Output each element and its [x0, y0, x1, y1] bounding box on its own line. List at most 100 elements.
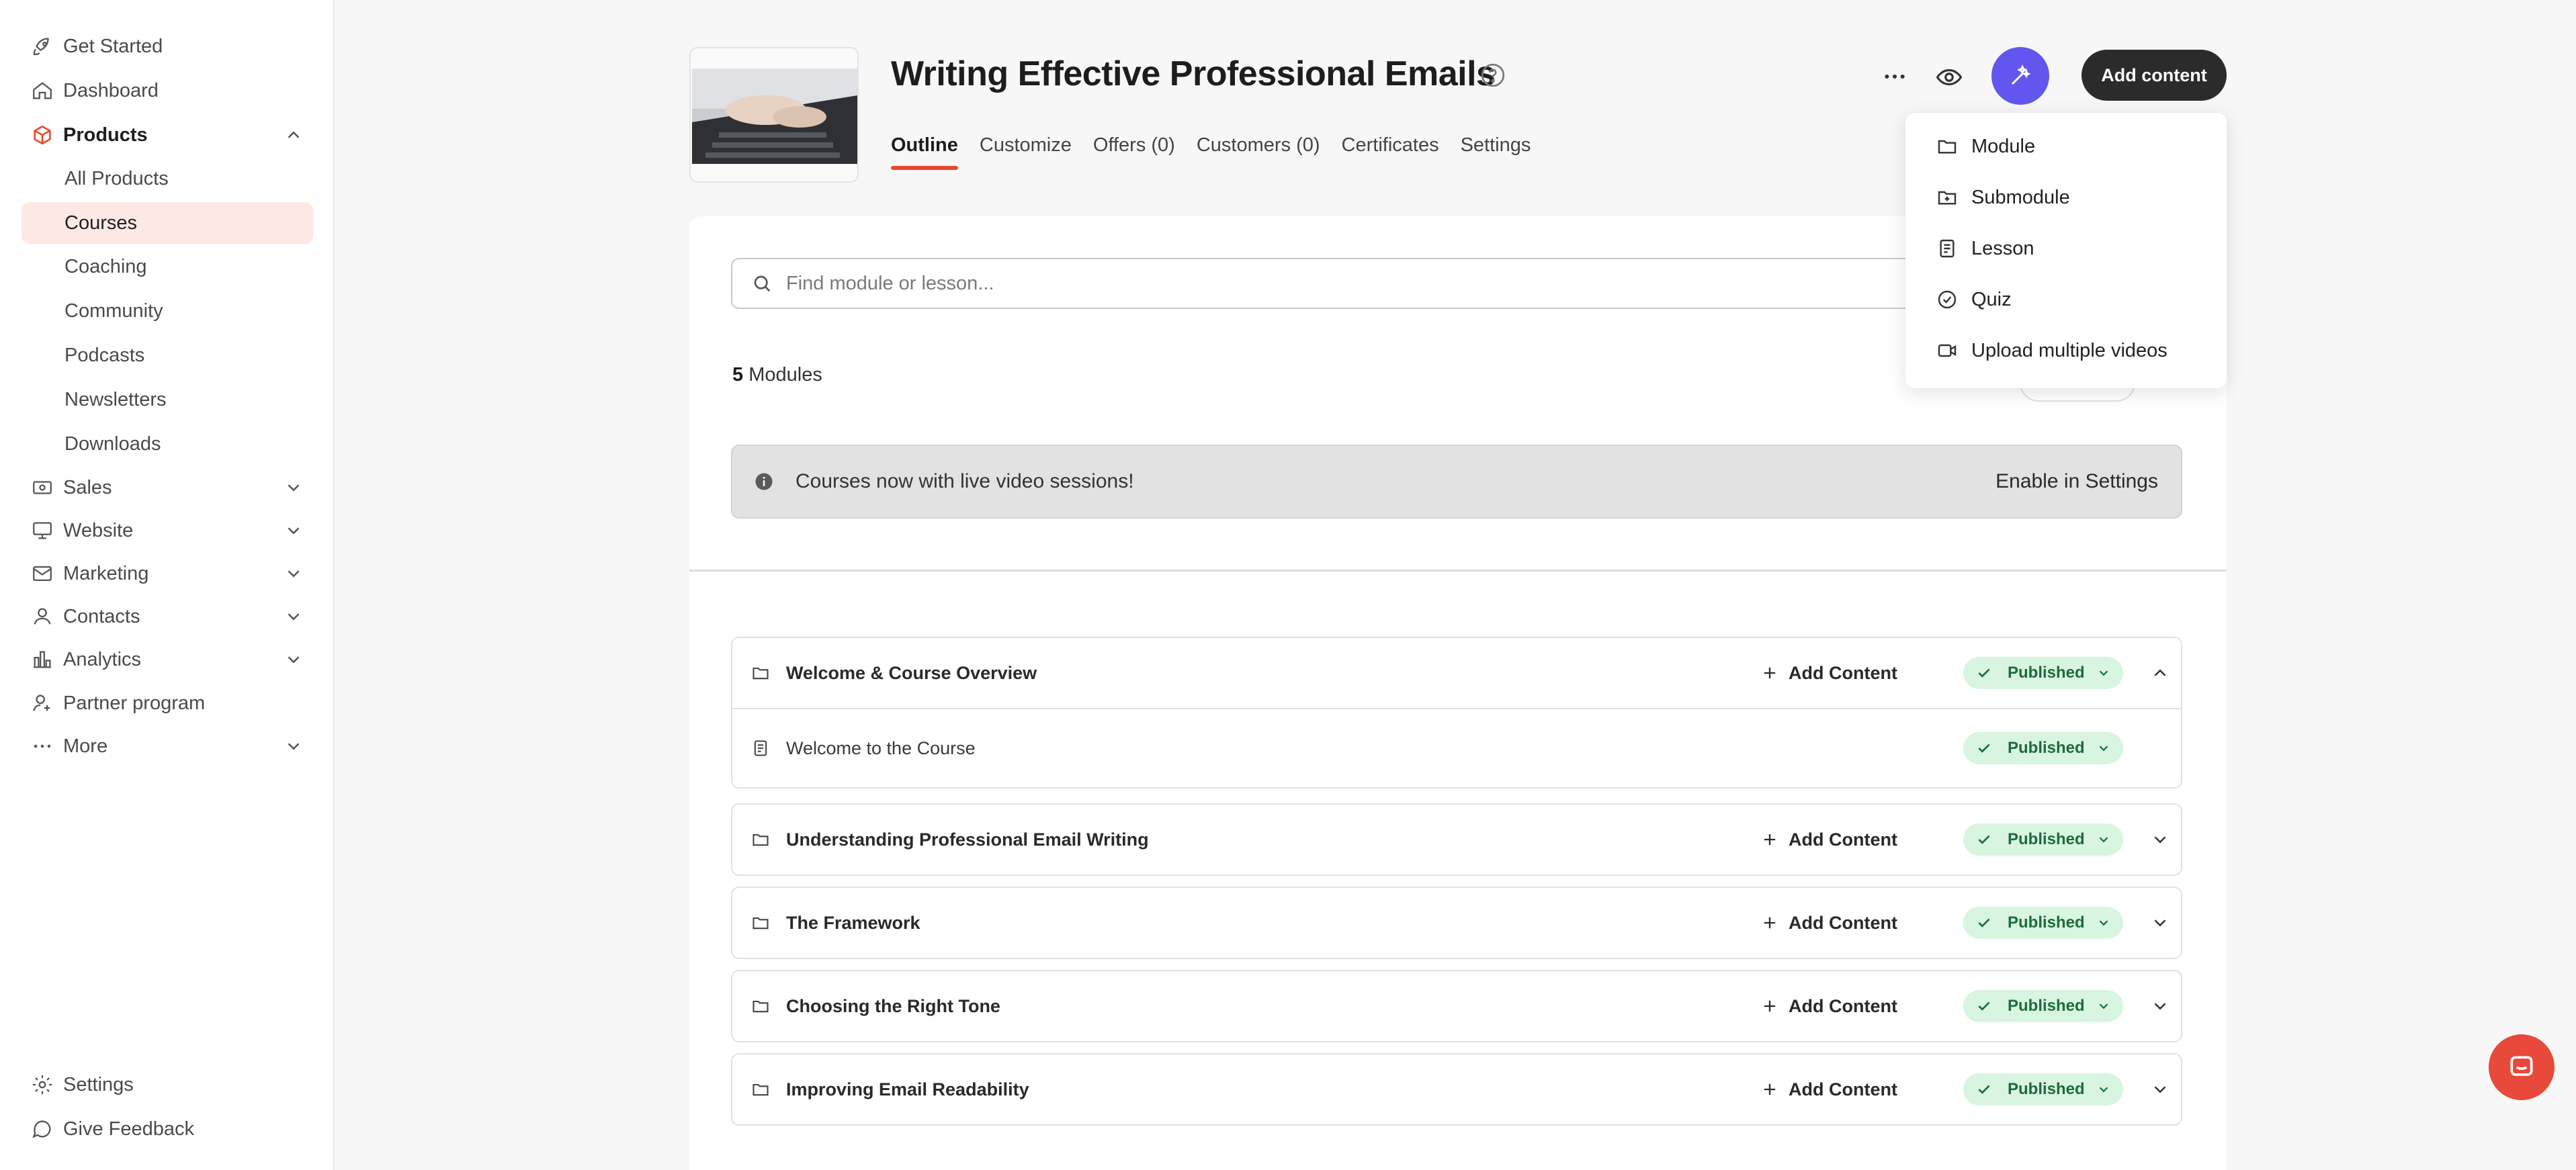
- chevron-down-icon: [2099, 746, 2108, 752]
- nav-downloads[interactable]: Downloads: [22, 423, 313, 465]
- nav-label: Settings: [63, 1073, 134, 1095]
- module-row[interactable]: Choosing the Right Tone Add Content Publ…: [732, 971, 2181, 1041]
- module-row[interactable]: The Framework Add Content Published: [732, 888, 2181, 958]
- page-title: Writing Effective Professional Emails: [891, 54, 1496, 93]
- nav-community[interactable]: Community: [22, 290, 313, 332]
- status-badge[interactable]: Published: [1963, 990, 2123, 1022]
- ai-magic-button[interactable]: [1991, 47, 2049, 105]
- add-content-link[interactable]: Add Content: [1760, 663, 1897, 684]
- nav-podcasts[interactable]: Podcasts: [22, 334, 313, 376]
- module-row[interactable]: Welcome & Course Overview Add Content Pu…: [732, 638, 2181, 708]
- nav-products[interactable]: Products: [22, 114, 313, 156]
- expand-chevron-icon[interactable]: [2150, 829, 2170, 850]
- status-badge[interactable]: Published: [1963, 657, 2123, 689]
- nav-label: More: [63, 735, 108, 757]
- tab-offers[interactable]: Offers (0): [1093, 134, 1175, 170]
- lesson-row[interactable]: Welcome to the Course Published: [732, 708, 2181, 787]
- chevron-down-icon: [288, 743, 300, 750]
- chevron-down-icon: [2099, 670, 2108, 676]
- modules-count: 5 Modules: [732, 364, 822, 386]
- module-card: Choosing the Right Tone Add Content Publ…: [731, 970, 2182, 1042]
- nav-label: Get Started: [63, 35, 163, 57]
- nav-partner-program[interactable]: Partner program: [22, 682, 313, 724]
- folder-plus-icon: [1938, 191, 1957, 205]
- plus-icon: [1764, 667, 1776, 679]
- check-circle-icon: [1938, 290, 1957, 309]
- add-content-label: Add Content: [1789, 995, 1897, 1016]
- nav-more[interactable]: More: [22, 725, 313, 767]
- tab-customers[interactable]: Customers (0): [1197, 134, 1320, 170]
- menu-item-module[interactable]: Module: [1905, 121, 2227, 172]
- module-title: The Framework: [786, 912, 920, 933]
- help-icon[interactable]: [1479, 62, 1506, 89]
- nav-courses[interactable]: Courses: [22, 202, 313, 244]
- expand-chevron-icon[interactable]: [2150, 913, 2170, 933]
- add-content-link[interactable]: Add Content: [1760, 913, 1897, 934]
- nav-label: Courses: [65, 212, 137, 234]
- menu-item-submodule[interactable]: Submodule: [1905, 172, 2227, 223]
- status-badge[interactable]: Published: [1963, 907, 2123, 939]
- nav-label: Dashboard: [63, 79, 159, 101]
- collapse-chevron-icon[interactable]: [2150, 663, 2170, 683]
- chevron-down-icon: [2099, 837, 2108, 843]
- check-icon: [1978, 918, 1990, 928]
- add-content-label: Add Content: [1789, 662, 1897, 683]
- course-image: [692, 69, 857, 164]
- expand-chevron-icon[interactable]: [2150, 1079, 2170, 1099]
- check-icon: [1978, 835, 1990, 844]
- nav-label: Products: [63, 124, 148, 146]
- nav-contacts[interactable]: Contacts: [22, 596, 313, 637]
- menu-item-label: Lesson: [1971, 237, 2034, 259]
- gear-icon: [32, 1075, 52, 1095]
- menu-item-label: Module: [1971, 135, 2036, 157]
- preview-eye-icon[interactable]: [1935, 63, 1963, 91]
- chevron-down-icon: [2099, 1003, 2108, 1009]
- menu-item-quiz[interactable]: Quiz: [1905, 274, 2227, 325]
- chevron-down-icon: [288, 484, 300, 492]
- enable-in-settings-link[interactable]: Enable in Settings: [1995, 470, 2158, 493]
- status-label: Published: [2008, 997, 2085, 1015]
- nav-label: Give Feedback: [63, 1118, 195, 1140]
- nav-all-products[interactable]: All Products: [22, 158, 313, 199]
- nav-website[interactable]: Website: [22, 510, 313, 551]
- nav-marketing[interactable]: Marketing: [22, 553, 313, 594]
- module-card: The Framework Add Content Published: [731, 887, 2182, 959]
- tab-settings[interactable]: Settings: [1461, 134, 1531, 170]
- course-thumbnail[interactable]: [689, 47, 859, 183]
- add-content-label: Add Content: [1789, 829, 1897, 850]
- nav-coaching[interactable]: Coaching: [22, 246, 313, 287]
- nav-sales[interactable]: Sales: [22, 467, 313, 508]
- tab-certificates[interactable]: Certificates: [1342, 134, 1439, 170]
- nav-settings[interactable]: Settings: [22, 1064, 313, 1106]
- menu-item-upload-videos[interactable]: Upload multiple videos: [1905, 325, 2227, 376]
- menu-item-lesson[interactable]: Lesson: [1905, 223, 2227, 274]
- support-chat-button[interactable]: [2489, 1034, 2554, 1100]
- add-content-link[interactable]: Add Content: [1760, 996, 1897, 1017]
- add-content-link[interactable]: Add Content: [1760, 1079, 1897, 1100]
- module-card: Improving Email Readability Add Content …: [731, 1053, 2182, 1126]
- nav-dashboard[interactable]: Dashboard: [22, 70, 313, 111]
- expand-chevron-icon[interactable]: [2150, 996, 2170, 1016]
- nav-analytics[interactable]: Analytics: [22, 639, 313, 680]
- more-options-icon[interactable]: [1881, 63, 1908, 90]
- add-content-button[interactable]: Add content: [2081, 50, 2227, 101]
- add-content-link[interactable]: Add Content: [1760, 829, 1897, 850]
- banner-text: Courses now with live video sessions!: [796, 470, 1134, 492]
- nav-newsletters[interactable]: Newsletters: [22, 379, 313, 420]
- add-content-label: Add Content: [1789, 1079, 1897, 1099]
- nav-give-feedback[interactable]: Give Feedback: [22, 1108, 313, 1150]
- tab-outline[interactable]: Outline: [891, 134, 958, 170]
- status-badge[interactable]: Published: [1963, 823, 2123, 856]
- status-badge[interactable]: Published: [1963, 732, 2123, 764]
- nav-get-started[interactable]: Get Started: [22, 26, 313, 67]
- modules-count-number: 5: [732, 364, 744, 386]
- module-row[interactable]: Improving Email Readability Add Content …: [732, 1054, 2181, 1124]
- plus-icon: [1764, 834, 1776, 846]
- status-badge[interactable]: Published: [1963, 1073, 2123, 1106]
- search-placeholder: Find module or lesson...: [786, 272, 994, 294]
- nav-label: Community: [65, 300, 163, 322]
- module-row[interactable]: Understanding Professional Email Writing…: [732, 805, 2181, 874]
- tab-customize[interactable]: Customize: [980, 134, 1072, 170]
- cash-icon: [33, 481, 52, 494]
- chevron-down-icon: [2099, 1087, 2108, 1093]
